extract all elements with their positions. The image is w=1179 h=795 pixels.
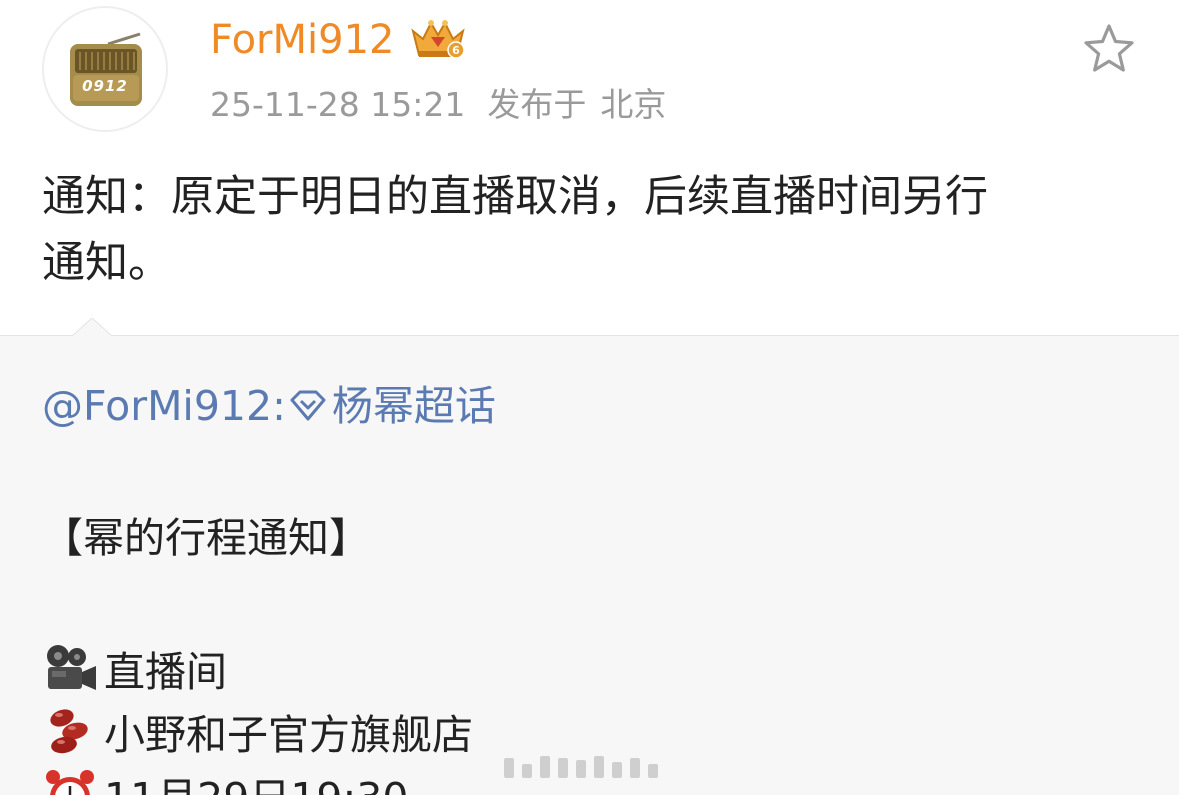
post-location: 北京 [600,85,667,124]
beans-icon [50,709,88,754]
username[interactable]: ForMi912 [210,14,394,66]
location-label: 发布于 [487,85,587,124]
avatar-label: 0912 [82,77,128,95]
weibo-post: 0912 ForMi912 6 25-11-28 15:21 发布于 北京 通知：原… [0,0,1179,795]
diamond-topic-icon [290,390,326,421]
schedule-item: 小野和子官方旗舰店 [42,703,473,765]
repost-notch [72,318,112,338]
loading-indicator-icon [500,752,676,782]
crown-badge-icon: 6 [411,20,465,59]
alarm-clock-icon [46,770,94,795]
post-date: 25-11-28 15:21 [210,85,466,124]
post-text-line: 通知。 [42,238,171,288]
post-meta: 25-11-28 15:21 发布于 北京 [210,82,666,128]
avatar[interactable]: 0912 [42,6,168,132]
schedule-item-text: 11月29日19:30 [104,774,409,795]
star-icon[interactable] [1082,22,1136,76]
schedule-item-text: 直播间 [104,648,227,696]
repost-heading: 【幂的行程通知】 [42,514,370,562]
schedule-item: 直播间 [42,640,227,702]
schedule-item: 11月29日19:30 [42,766,409,795]
schedule-item-text: 小野和子官方旗舰店 [104,711,473,759]
post-text: 通知：原定于明日的直播取消，后续直播时间另行 通知。 [42,164,1122,296]
post-text-line: 通知：原定于明日的直播取消，后续直播时间另行 [42,172,988,222]
topic-link[interactable]: 杨幂超话 [332,382,496,430]
radio-logo-icon [70,32,142,106]
svg-text:6: 6 [452,44,460,57]
repost-header: @ForMi912: 杨幂超话 [42,376,496,436]
mention-link[interactable]: @ForMi912: [42,382,286,430]
movie-camera-icon [47,645,96,690]
